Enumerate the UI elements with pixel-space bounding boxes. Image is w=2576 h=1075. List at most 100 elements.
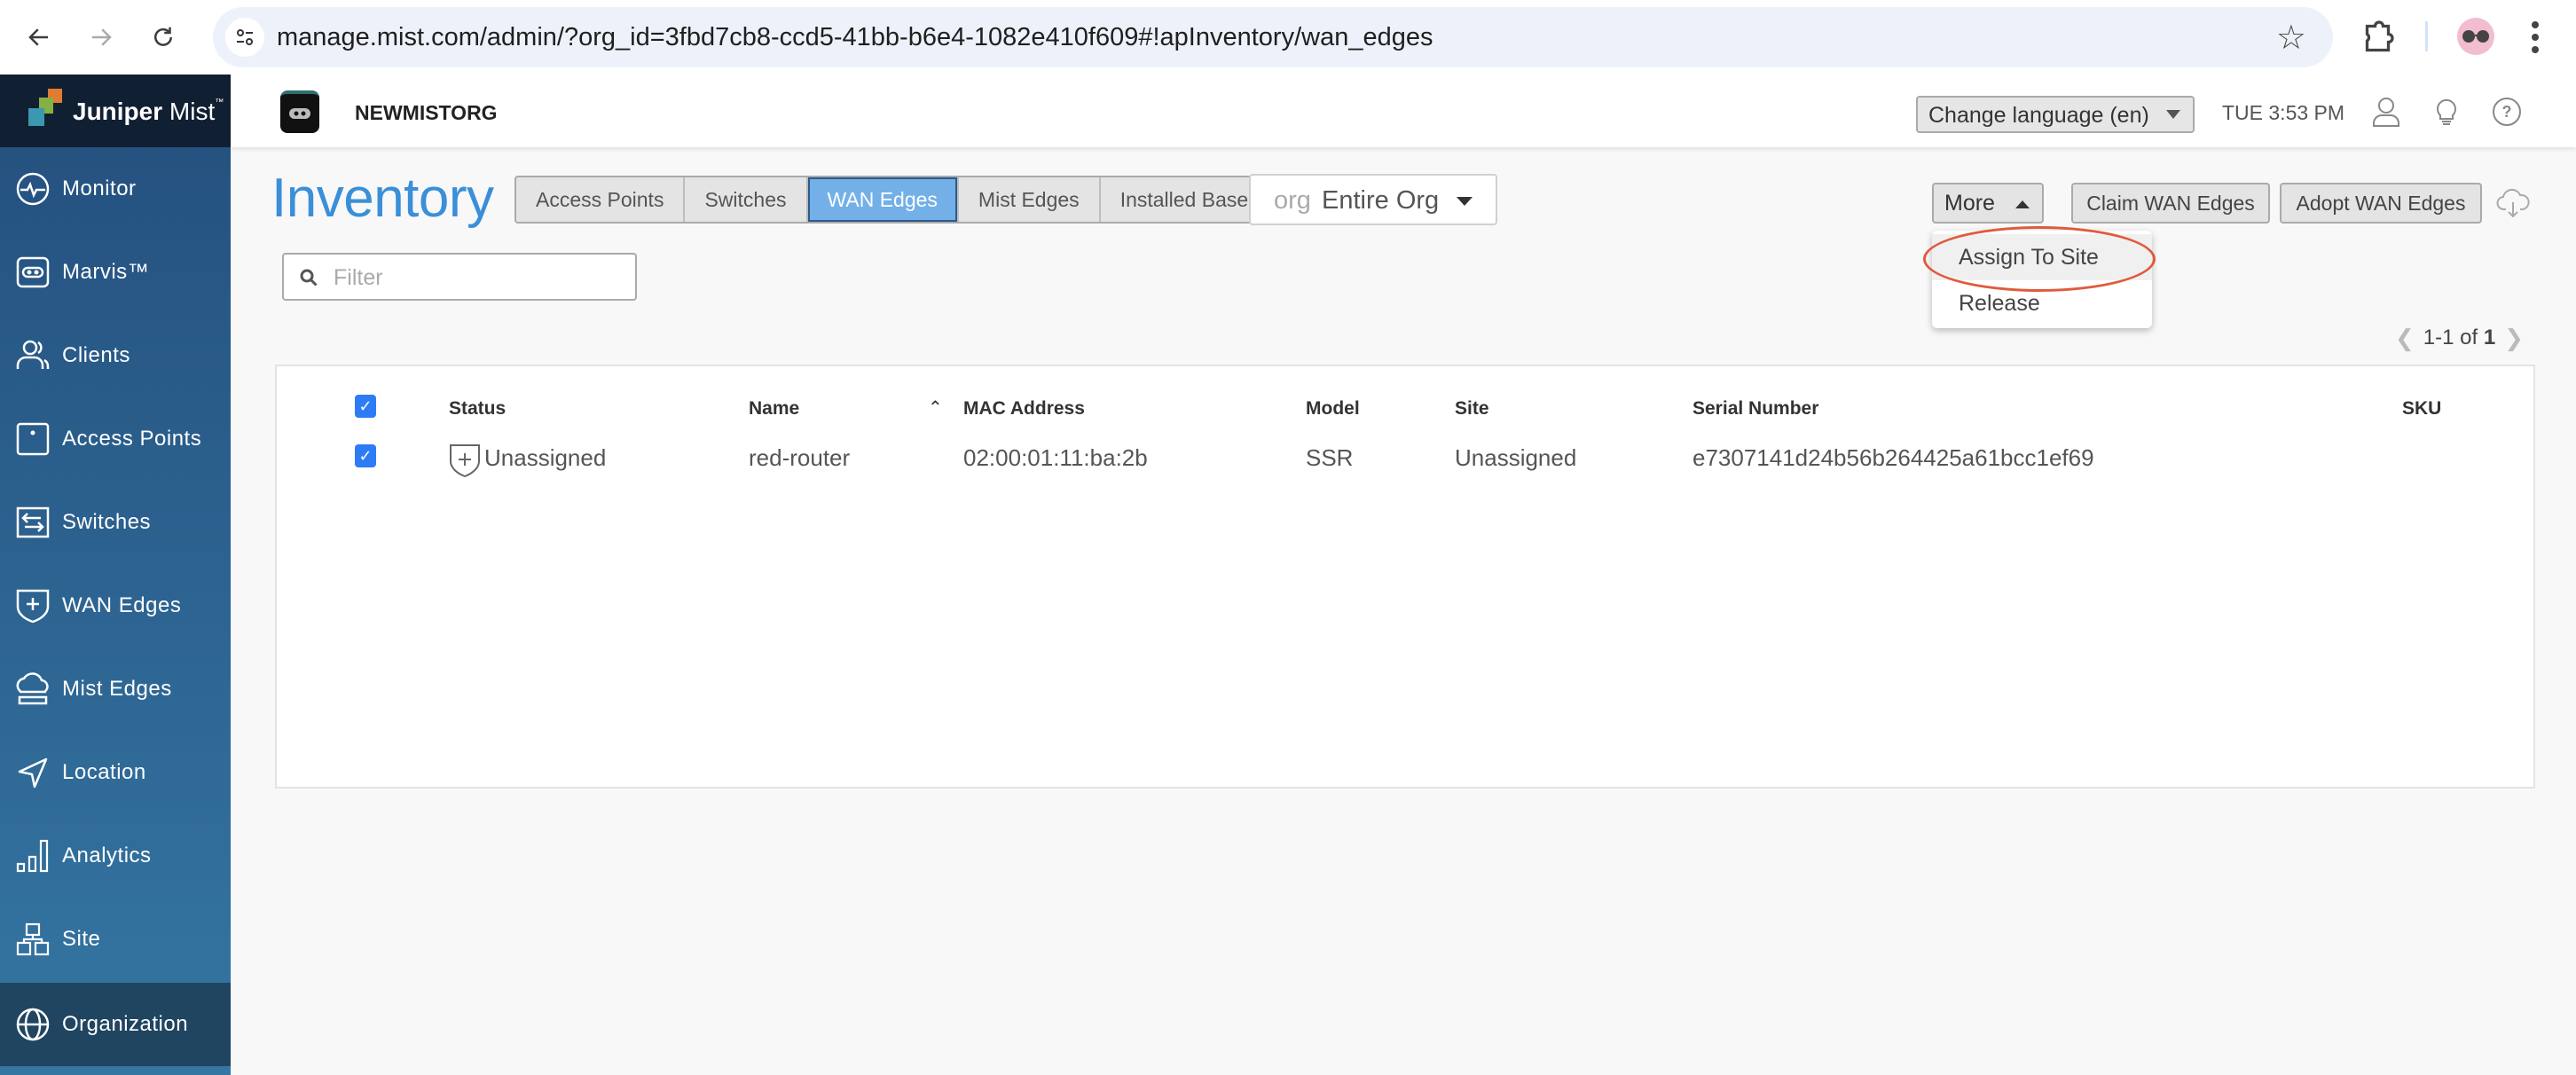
more-button[interactable]: More	[1932, 183, 2044, 224]
cell-site: Unassigned	[1455, 444, 1577, 471]
claim-wan-edges-button[interactable]: Claim WAN Edges	[2071, 183, 2270, 224]
switch-arrows-icon	[14, 504, 51, 541]
mist-edge-cloud-icon	[14, 671, 51, 708]
browser-menu-icon[interactable]	[2530, 20, 2541, 55]
tune-icon	[237, 29, 253, 45]
sidebar-item-marvis[interactable]: Marvis™	[0, 231, 231, 314]
site-boxes-icon	[14, 921, 51, 958]
robot-face-icon	[289, 108, 310, 119]
select-all-checkbox[interactable]: ✓	[355, 395, 376, 418]
svg-text:?: ?	[2502, 103, 2512, 121]
browser-toolbar: manage.mist.com/admin/?org_id=3fbd7cb8-c…	[0, 0, 2576, 75]
column-header-name[interactable]: Name	[749, 398, 799, 420]
search-icon	[300, 269, 318, 286]
access-point-icon	[14, 420, 51, 458]
menu-item-assign-to-site[interactable]: Assign To Site	[1932, 234, 2152, 280]
pagination-total: 1	[2483, 326, 2496, 349]
sidebar-item-analytics[interactable]: Analytics	[0, 814, 231, 898]
prev-page-icon[interactable]: ❮	[2395, 325, 2415, 352]
sidebar-item-label: Access Points	[62, 427, 202, 451]
sidebar-item-label: Site	[62, 927, 101, 951]
wan-shield-icon	[14, 587, 51, 624]
tab-wan-edges[interactable]: WAN Edges	[807, 177, 959, 222]
sidebar-item-label: Monitor	[62, 177, 137, 200]
location-arrow-icon	[14, 754, 51, 791]
row-checkbox[interactable]: ✓	[355, 444, 376, 467]
toolbar-divider	[2425, 21, 2428, 51]
globe-icon	[14, 1006, 51, 1043]
sidebar-item-wan-edges[interactable]: WAN Edges	[0, 564, 231, 647]
wan-edge-status-icon	[450, 444, 480, 478]
clients-users-icon	[14, 337, 51, 374]
language-select[interactable]: Change language (en)	[1916, 96, 2195, 133]
back-button[interactable]	[21, 20, 57, 55]
analytics-bars-icon	[14, 837, 51, 875]
cell-serial: e7307141d24b56b264425a61bcc1ef69	[1692, 444, 2094, 471]
org-avatar	[280, 90, 319, 133]
sidebar-item-label: Mist Edges	[62, 677, 172, 701]
scope-select[interactable]: org Entire Org	[1249, 174, 1497, 225]
brand-name: Juniper Mist™	[73, 98, 224, 125]
sidebar-item-organization[interactable]: Organization	[0, 983, 231, 1066]
clock-display: TUE 3:53 PM	[2222, 101, 2345, 124]
scope-prefix: org	[1274, 186, 1311, 215]
user-account-icon[interactable]	[2370, 96, 2402, 128]
arrow-left-icon	[28, 28, 48, 46]
sidebar-item-label: Switches	[62, 510, 152, 534]
juniper-logo-icon	[28, 89, 62, 126]
chevron-down-icon	[1457, 197, 1473, 206]
site-info-button[interactable]	[225, 18, 264, 57]
sidebar-item-mist-edges[interactable]: Mist Edges	[0, 647, 231, 731]
inventory-tabs: Access Points Switches WAN Edges Mist Ed…	[514, 176, 1270, 224]
adopt-wan-edges-button[interactable]: Adopt WAN Edges	[2280, 183, 2482, 224]
pagination: ❮ 1-1 of 1 ❯	[2386, 323, 2533, 353]
sidebar-item-label: Marvis™	[62, 260, 150, 284]
monitor-pulse-icon	[14, 170, 51, 208]
column-header-site[interactable]: Site	[1455, 398, 1489, 420]
sidebar-item-access-points[interactable]: Access Points	[0, 397, 231, 481]
sidebar-item-label: Organization	[62, 1012, 189, 1036]
filter-input[interactable]	[334, 262, 617, 294]
extensions-puzzle-icon[interactable]	[2363, 18, 2395, 53]
pagination-range: 1-1 of	[2423, 326, 2478, 349]
brand-logo-area[interactable]: Juniper Mist™	[0, 75, 231, 147]
address-bar[interactable]: manage.mist.com/admin/?org_id=3fbd7cb8-c…	[213, 7, 2333, 67]
org-name[interactable]: NEWMISTORG	[355, 101, 498, 125]
sidebar-item-site[interactable]: Site	[0, 898, 231, 981]
next-page-icon[interactable]: ❯	[2504, 325, 2524, 352]
lightbulb-icon[interactable]	[2431, 96, 2462, 128]
sidebar-item-clients[interactable]: Clients	[0, 314, 231, 397]
url-text[interactable]: manage.mist.com/admin/?org_id=3fbd7cb8-c…	[277, 23, 1433, 52]
profile-avatar[interactable]	[2457, 18, 2494, 55]
reload-button[interactable]	[145, 20, 181, 55]
column-header-serial-number[interactable]: Serial Number	[1692, 398, 1818, 420]
sidebar-item-location[interactable]: Location	[0, 731, 231, 814]
scope-value: Entire Org	[1322, 186, 1440, 215]
sidebar-item-label: WAN Edges	[62, 593, 182, 617]
top-header: NEWMISTORG Change language (en) TUE 3:53…	[231, 75, 2576, 147]
sidebar-item-label: Location	[62, 760, 146, 784]
column-header-sku[interactable]: SKU	[2402, 398, 2441, 420]
tab-switches[interactable]: Switches	[685, 177, 808, 222]
tab-mist-edges[interactable]: Mist Edges	[958, 177, 1101, 222]
sidebar-item-monitor[interactable]: Monitor	[0, 147, 231, 231]
cell-status: Unassigned	[484, 444, 607, 471]
filter-field[interactable]	[282, 253, 637, 301]
bookmark-star-icon[interactable]: ☆	[2276, 18, 2306, 58]
menu-item-release[interactable]: Release	[1932, 280, 2152, 326]
column-header-status[interactable]: Status	[449, 398, 506, 420]
cell-name: red-router	[749, 444, 851, 471]
more-dropdown-menu: Assign To Site Release	[1932, 231, 2152, 328]
sidebar-item-label: Analytics	[62, 844, 152, 867]
tab-access-points[interactable]: Access Points	[516, 177, 686, 222]
column-header-model[interactable]: Model	[1306, 398, 1360, 420]
sort-ascending-icon[interactable]: ⌃	[928, 396, 943, 419]
column-header-mac-address[interactable]: MAC Address	[963, 398, 1085, 420]
sidebar-item-switches[interactable]: Switches	[0, 481, 231, 564]
tab-installed-base[interactable]: Installed Base	[1100, 177, 1268, 222]
sidebar: Juniper Mist™ Monitor Marvis™ Clients Ac…	[0, 75, 231, 1075]
help-icon[interactable]: ?	[2491, 96, 2523, 128]
reload-icon	[154, 27, 172, 46]
cloud-download-icon[interactable]	[2496, 186, 2530, 220]
forward-button[interactable]	[83, 20, 119, 55]
